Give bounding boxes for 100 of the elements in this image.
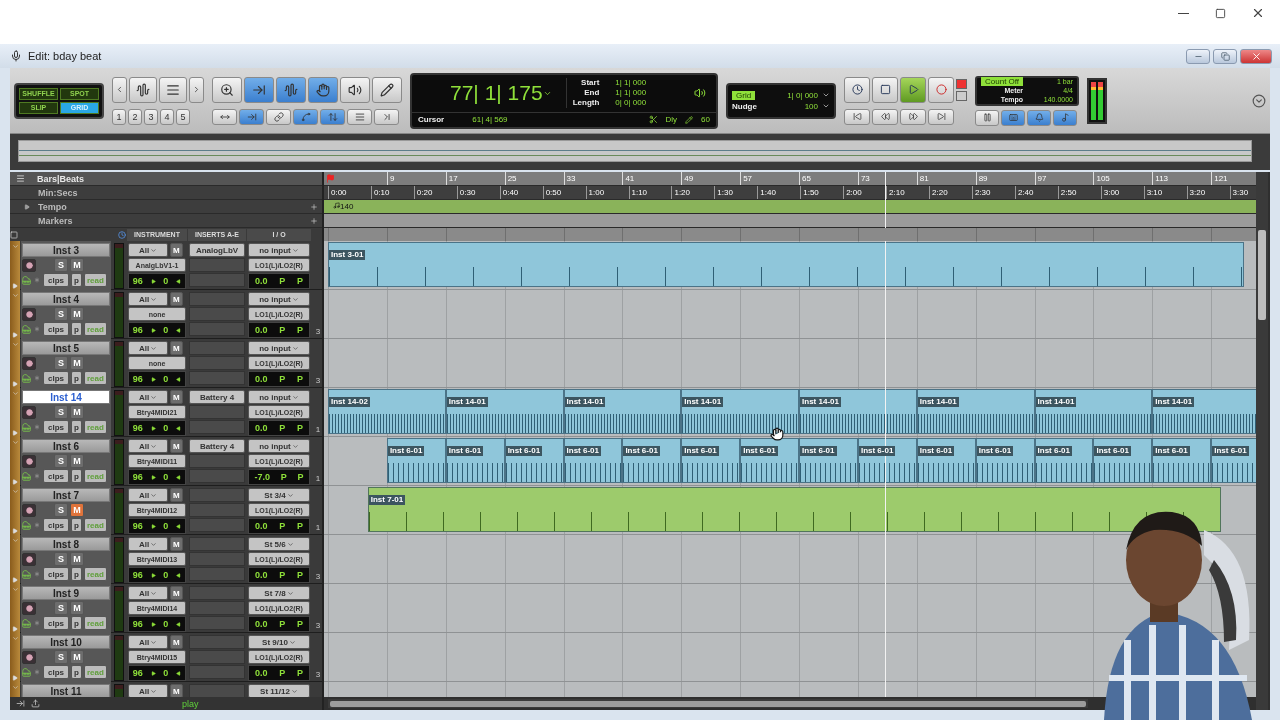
midi-clip[interactable]: Inst 14-01 bbox=[916, 389, 1035, 434]
midi-clip[interactable]: Inst 6-01 bbox=[740, 438, 800, 483]
midi-input-selector[interactable]: All bbox=[128, 292, 168, 306]
expand-icon[interactable] bbox=[12, 430, 18, 436]
playlist-button[interactable]: p bbox=[71, 371, 82, 385]
midi-clip[interactable]: Inst 6-01 bbox=[504, 438, 564, 483]
merge-button[interactable] bbox=[975, 109, 999, 126]
mute-button[interactable]: M bbox=[70, 552, 84, 566]
solo-button[interactable]: S bbox=[54, 552, 68, 566]
track-name[interactable]: Inst 14 bbox=[22, 390, 110, 404]
timebase-icon[interactable] bbox=[118, 230, 126, 239]
expand-icon[interactable] bbox=[12, 528, 18, 534]
lock-option-button[interactable] bbox=[374, 108, 399, 125]
view-icon[interactable] bbox=[10, 230, 18, 239]
midi-clip[interactable]: Inst 6-01 bbox=[799, 438, 858, 483]
zoom-preset-button[interactable]: 5 bbox=[176, 108, 190, 125]
list-option-button[interactable] bbox=[347, 108, 372, 125]
expand-icon[interactable] bbox=[12, 283, 18, 289]
track-name[interactable]: Inst 7 bbox=[22, 488, 110, 502]
collapse-icon[interactable] bbox=[11, 537, 19, 544]
midi-input-selector[interactable]: All bbox=[128, 684, 168, 697]
rewind-button[interactable] bbox=[872, 108, 898, 125]
midi-mute-button[interactable]: M bbox=[170, 537, 183, 551]
midi-clip[interactable]: Inst 6-01 bbox=[1034, 438, 1094, 483]
midi-mute-button[interactable]: M bbox=[170, 390, 183, 404]
toolbar-menu-icon[interactable] bbox=[1252, 93, 1266, 108]
zoom-preset-button[interactable]: 2 bbox=[128, 108, 142, 125]
scroll-right-button[interactable] bbox=[189, 76, 204, 103]
add-icon[interactable] bbox=[310, 216, 318, 225]
expand-icon[interactable] bbox=[12, 577, 18, 583]
universe-view[interactable] bbox=[18, 140, 1252, 162]
horizontal-scrollbar[interactable] bbox=[328, 699, 1088, 708]
solo-button[interactable]: S bbox=[54, 601, 68, 615]
midi-clip[interactable]: Inst 14-01 bbox=[1152, 389, 1256, 434]
mute-button[interactable]: M bbox=[70, 356, 84, 370]
grid-value[interactable]: 1| 0| 000 bbox=[787, 90, 818, 100]
playlist-button[interactable]: p bbox=[71, 420, 82, 434]
record-button[interactable] bbox=[22, 650, 36, 664]
expand-icon[interactable] bbox=[12, 479, 18, 485]
pencil-tool[interactable] bbox=[372, 76, 402, 103]
track-name[interactable]: Inst 11 bbox=[22, 684, 110, 697]
midi-clip[interactable]: Inst 3-01 bbox=[328, 242, 1244, 287]
input-selector[interactable]: St 3/4 bbox=[248, 488, 310, 502]
midi-clip[interactable]: Inst 14-01 bbox=[563, 389, 682, 434]
link-option-button[interactable] bbox=[266, 108, 291, 125]
solo-button[interactable]: S bbox=[54, 454, 68, 468]
playlist-button[interactable]: p bbox=[71, 616, 82, 630]
view-selector[interactable]: clps bbox=[43, 616, 69, 630]
record-button[interactable] bbox=[22, 405, 36, 419]
view-selector[interactable]: clps bbox=[43, 665, 69, 679]
solo-button[interactable]: S bbox=[54, 356, 68, 370]
midi-input-selector[interactable]: All bbox=[128, 243, 168, 257]
mute-button[interactable]: M bbox=[70, 601, 84, 615]
midi-clip[interactable]: Inst 6-01 bbox=[1093, 438, 1153, 483]
minimize-button[interactable] bbox=[1186, 48, 1210, 64]
trim-tool[interactable] bbox=[244, 76, 274, 103]
expand-icon[interactable] bbox=[12, 675, 18, 681]
midi-mute-button[interactable]: M bbox=[170, 243, 183, 257]
track-name[interactable]: Inst 10 bbox=[22, 635, 110, 649]
input-selector[interactable]: no input bbox=[248, 243, 310, 257]
insert-slot[interactable]: Battery 4 bbox=[189, 439, 245, 453]
midi-clip[interactable]: Inst 6-01 bbox=[975, 438, 1035, 483]
input-selector[interactable]: St 11/12 bbox=[248, 684, 310, 697]
mute-button[interactable]: M bbox=[70, 258, 84, 272]
midi-input-selector[interactable]: All bbox=[128, 439, 168, 453]
input-selector[interactable]: St 9/10 bbox=[248, 635, 310, 649]
insertion-option-button[interactable] bbox=[239, 108, 264, 125]
midi-mute-button[interactable]: M bbox=[170, 586, 183, 600]
grabber-tool[interactable] bbox=[308, 76, 338, 103]
record-button[interactable] bbox=[22, 503, 36, 517]
record-button[interactable] bbox=[22, 258, 36, 272]
midi-clip[interactable]: Inst 6-01 bbox=[622, 438, 682, 483]
playlist-button[interactable]: p bbox=[71, 665, 82, 679]
solo-button[interactable]: S bbox=[54, 307, 68, 321]
solo-button[interactable]: S bbox=[54, 405, 68, 419]
midi-mute-button[interactable]: M bbox=[170, 341, 183, 355]
playlist-button[interactable]: p bbox=[71, 567, 82, 581]
view-selector[interactable]: clps bbox=[43, 469, 69, 483]
solo-button[interactable]: S bbox=[54, 650, 68, 664]
playlist-button[interactable]: p bbox=[71, 273, 82, 287]
mute-button[interactable]: M bbox=[70, 307, 84, 321]
collapse-icon[interactable] bbox=[11, 292, 19, 299]
nudge-value[interactable]: 100 bbox=[804, 101, 818, 111]
collapse-icon[interactable] bbox=[11, 488, 19, 495]
view-selector[interactable]: clps bbox=[43, 322, 69, 336]
solo-button[interactable]: S bbox=[54, 258, 68, 272]
conductor-button[interactable] bbox=[1053, 109, 1077, 126]
record-button[interactable] bbox=[22, 601, 36, 615]
mute-button[interactable]: M bbox=[70, 405, 84, 419]
midi-input-selector[interactable]: All bbox=[128, 341, 168, 355]
count-off-button[interactable]: Count Off bbox=[981, 77, 1024, 86]
vertical-scrollbar[interactable] bbox=[1256, 172, 1268, 710]
selector-tool[interactable] bbox=[276, 76, 306, 103]
expand-icon[interactable] bbox=[24, 203, 30, 210]
track-name[interactable]: Inst 3 bbox=[22, 243, 110, 257]
record-button[interactable] bbox=[22, 454, 36, 468]
record-button[interactable] bbox=[22, 552, 36, 566]
collapse-icon[interactable] bbox=[11, 635, 19, 642]
playlist-button[interactable]: p bbox=[71, 469, 82, 483]
end-button[interactable] bbox=[928, 108, 954, 125]
